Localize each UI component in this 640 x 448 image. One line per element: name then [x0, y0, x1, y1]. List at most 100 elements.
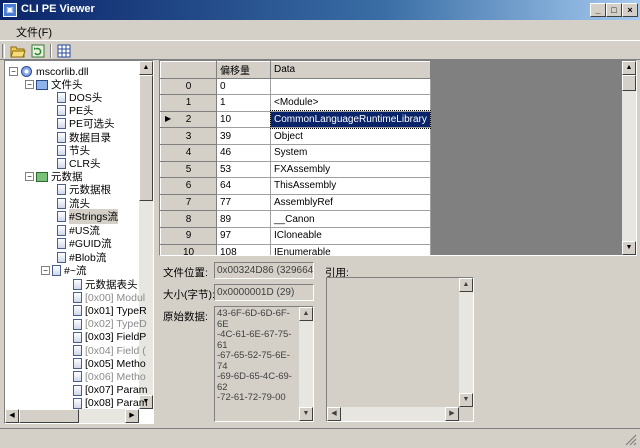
data-cell[interactable]: ICloneable [270, 226, 431, 245]
row-header[interactable]: 10 [160, 243, 217, 255]
references-list[interactable]: ▲ ▼ ◀ ▶ [326, 277, 474, 422]
scroll-up-icon[interactable]: ▲ [459, 278, 473, 292]
table-row[interactable]: 3 39 Object [160, 127, 431, 145]
data-cell[interactable]: __Canon [270, 210, 431, 228]
data-cell[interactable]: IEnumerable [270, 243, 431, 255]
scroll-left-icon[interactable]: ◀ [327, 407, 341, 421]
grid-button[interactable] [55, 43, 73, 59]
tree-node-file-child[interactable]: DOS头 [57, 91, 102, 104]
tree-node-table[interactable]: [0x07] Param [73, 384, 147, 397]
tree-node-table[interactable]: [0x05] Metho [73, 357, 146, 370]
offset-cell[interactable]: 1 [216, 94, 271, 112]
tree-node-table[interactable]: [0x03] FieldP [73, 331, 146, 344]
offset-cell[interactable]: 46 [216, 143, 271, 162]
row-header[interactable]: 3 [160, 127, 217, 145]
offset-cell[interactable]: 39 [216, 127, 271, 145]
tree-node-table[interactable]: [0x02] TypeD [73, 318, 147, 331]
minimize-button[interactable]: _ [590, 3, 606, 17]
scroll-down-icon[interactable]: ▼ [622, 241, 636, 255]
tree-node-file-child[interactable]: PE可选头 [57, 117, 115, 130]
tree-node-file-child[interactable]: 节头 [57, 144, 90, 157]
offset-cell[interactable]: 108 [216, 243, 271, 255]
file-position-field[interactable]: 0x00324D86 (3296646) [214, 262, 314, 279]
row-header[interactable]: 5 [160, 160, 217, 179]
menu-file[interactable]: 文件(F) [14, 23, 54, 41]
table-row[interactable]: 8 89 __Canon [160, 210, 431, 228]
data-cell[interactable]: AssemblyRef [270, 193, 431, 212]
scroll-right-icon[interactable]: ▶ [125, 409, 139, 423]
data-cell[interactable]: FXAssembly [270, 160, 431, 179]
scroll-down-icon[interactable]: ▼ [459, 393, 473, 407]
open-button[interactable] [9, 43, 27, 59]
row-header[interactable]: 0 [160, 77, 217, 96]
table-row[interactable]: 6 64 ThisAssembly [160, 177, 431, 195]
tree-node-metadata-child[interactable]: #US流 [57, 224, 100, 237]
scroll-thumb[interactable] [139, 75, 153, 201]
collapse-icon[interactable]: − [9, 67, 18, 76]
offset-cell[interactable]: 77 [216, 193, 271, 212]
raw-data-field[interactable]: 43-6F-6D-6D-6F-6E -4C-61-6E-67-75-61 -67-6… [214, 306, 314, 422]
raw-data-scrollbar[interactable]: ▲ ▼ [299, 307, 313, 421]
row-header[interactable]: 6 [160, 177, 217, 195]
collapse-icon[interactable]: − [25, 80, 34, 89]
data-grid[interactable]: 偏移量 Data 0 0 1 1 <Module> ▶ 2 10 CommonLanguageR… [159, 60, 637, 256]
column-header-data[interactable]: Data [270, 61, 431, 79]
scroll-up-icon[interactable]: ▲ [299, 307, 313, 321]
tree-node-metadata-child[interactable]: #Strings流 [57, 209, 119, 224]
tree-node-table[interactable]: [0x08] Param [73, 397, 147, 410]
tree-node-file-child[interactable]: PE头 [57, 104, 94, 117]
table-row[interactable]: ▶ 2 10 CommonLanguageRuntimeLibrary [160, 110, 432, 129]
splitter[interactable] [155, 60, 158, 424]
row-header[interactable]: 1 [160, 94, 217, 112]
scroll-up-icon[interactable]: ▲ [139, 61, 153, 75]
offset-cell[interactable]: 97 [216, 226, 271, 245]
tree-horizontal-scrollbar[interactable]: ◀ ▶ [5, 409, 139, 423]
tree-node-table[interactable]: [0x04] Field ( [73, 344, 146, 357]
data-cell[interactable]: <Module> [270, 94, 431, 112]
tree-node-metadata-child[interactable]: 流头 [57, 197, 90, 210]
data-cell[interactable]: System [270, 143, 431, 162]
maximize-button[interactable]: □ [606, 3, 622, 17]
tree-node-file-child[interactable]: 数据目录 [57, 131, 111, 144]
row-header[interactable]: ▶ 2 [160, 110, 217, 129]
offset-cell[interactable]: 10 [216, 110, 271, 129]
refresh-button[interactable] [29, 43, 47, 59]
collapse-icon[interactable]: − [41, 266, 50, 275]
tree-node-metadata-child[interactable]: 元数据根 [57, 183, 111, 196]
table-row[interactable]: 10 108 IEnumerable [160, 243, 431, 255]
column-header-offset[interactable]: 偏移量 [216, 61, 271, 79]
tree-node-metadata-child[interactable]: #Blob流 [57, 251, 106, 264]
tree-node-file-child[interactable]: CLR头 [57, 157, 101, 170]
scroll-left-icon[interactable]: ◀ [5, 409, 19, 423]
offset-cell[interactable]: 64 [216, 177, 271, 195]
scroll-down-icon[interactable]: ▼ [299, 407, 313, 421]
references-horizontal-scrollbar[interactable]: ◀ ▶ [327, 407, 459, 421]
offset-cell[interactable]: 53 [216, 160, 271, 179]
tree-view[interactable]: − mscorlib.dll − 文件头 − 元数据 − #~流 ▲ ▼ ◀ ▶… [4, 60, 154, 424]
data-cell[interactable] [270, 77, 431, 96]
references-vertical-scrollbar[interactable]: ▲ ▼ [459, 278, 473, 407]
scroll-right-icon[interactable]: ▶ [445, 407, 459, 421]
resize-grip-icon[interactable] [624, 433, 637, 446]
table-row[interactable]: 5 53 FXAssembly [160, 160, 431, 179]
data-cell[interactable]: CommonLanguageRuntimeLibrary [269, 110, 432, 129]
scroll-thumb[interactable] [622, 75, 636, 91]
table-row[interactable]: 9 97 ICloneable [160, 226, 431, 245]
table-row[interactable]: 7 77 AssemblyRef [160, 193, 431, 212]
tree-node-tilde-stream[interactable]: − #~流 [41, 264, 86, 277]
tree-node-table[interactable]: 元数据表头 [73, 278, 138, 291]
tree-node-table[interactable]: [0x01] TypeR [73, 304, 147, 317]
tree-node-table[interactable]: [0x06] Metho [73, 370, 146, 383]
grid-vertical-scrollbar[interactable]: ▲ ▼ [622, 61, 636, 255]
offset-cell[interactable]: 0 [216, 77, 271, 96]
data-cell[interactable]: Object [270, 127, 431, 145]
close-button[interactable]: × [622, 3, 638, 17]
scroll-thumb[interactable] [19, 409, 79, 423]
size-field[interactable]: 0x0000001D (29) [214, 284, 314, 301]
table-row[interactable]: 4 46 System [160, 143, 431, 162]
tree-node-metadata-child[interactable]: #GUID流 [57, 237, 112, 250]
collapse-icon[interactable]: − [25, 172, 34, 181]
tree-node-table[interactable]: [0x00] Modul [73, 291, 145, 304]
offset-cell[interactable]: 89 [216, 210, 271, 228]
table-row[interactable]: 1 1 <Module> [160, 94, 431, 112]
